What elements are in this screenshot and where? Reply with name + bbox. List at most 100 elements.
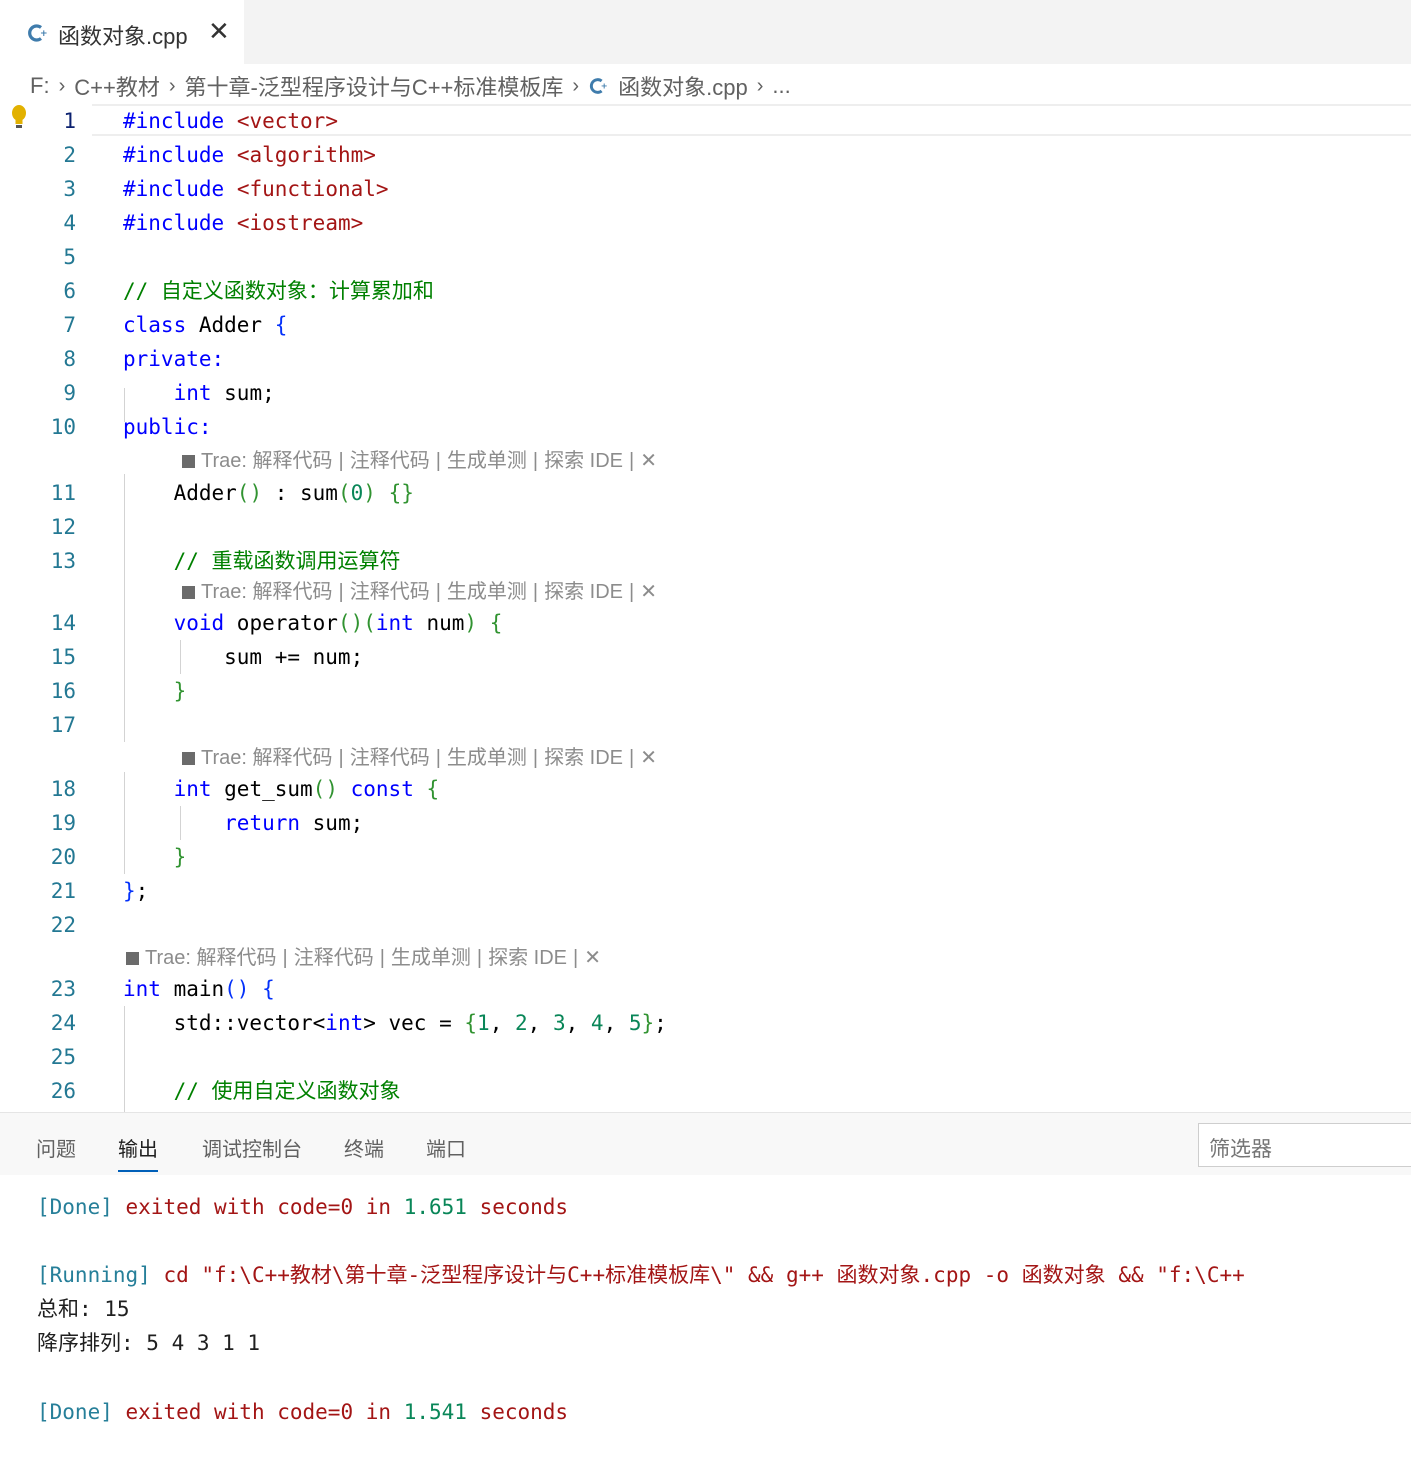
line-number: 10 <box>50 415 76 439</box>
code-lens-unit-test[interactable]: 生成单测 <box>447 446 527 476</box>
trae-icon <box>126 951 139 965</box>
line-number: 4 <box>63 211 76 235</box>
code-line: 26 // 使用自定义函数对象 <box>0 1074 1411 1108</box>
code-lens-explore-ide[interactable]: 探索 IDE <box>544 577 623 607</box>
code-lens-prefix: Trae: <box>145 947 191 969</box>
code-lens-explore-ide[interactable]: 探索 IDE <box>488 943 567 973</box>
code-lens: Trae: 解释代码 | 注释代码 | 生成单测 | 探索 IDE | ✕ <box>182 743 657 773</box>
tab-function-object-cpp[interactable]: + 函数对象.cpp ✕ <box>0 0 244 64</box>
close-icon[interactable]: ✕ <box>584 943 601 973</box>
code-editor[interactable]: 1 #include <vector> 2 #include <algorith… <box>0 104 1411 1112</box>
code-text: public: <box>123 415 212 439</box>
output-line: 总和: 15 <box>37 1297 130 1321</box>
code-text: #include <functional> <box>123 177 389 201</box>
breadcrumb-folder-textbook[interactable]: C++教材 <box>74 70 160 102</box>
filter-input[interactable] <box>1198 1123 1411 1167</box>
code-line: 4 #include <iostream> <box>0 206 1411 240</box>
line-number: 24 <box>50 1011 76 1035</box>
code-lens-comment[interactable]: 注释代码 <box>350 577 430 607</box>
code-text: private: <box>123 347 225 371</box>
line-number: 26 <box>50 1079 76 1103</box>
trae-icon <box>182 751 195 765</box>
line-number: 6 <box>63 279 76 303</box>
code-text: void operator()(int num) { <box>173 611 503 635</box>
code-lens: Trae: 解释代码 | 注释代码 | 生成单测 | 探索 IDE | ✕ <box>182 577 657 607</box>
code-line: 7 class Adder { <box>0 308 1411 342</box>
close-icon[interactable]: ✕ <box>640 743 657 773</box>
code-line: 13 // 重载函数调用运算符 <box>0 544 1411 578</box>
code-text: }; <box>123 879 149 903</box>
code-line: 24 std::vector<int> vec = {1, 2, 3, 4, 5… <box>0 1006 1411 1040</box>
line-number: 21 <box>50 879 76 903</box>
code-line: 1 #include <vector> <box>0 104 1411 138</box>
code-line: 16 } <box>0 674 1411 708</box>
tab-problems[interactable]: 问题 <box>36 1133 76 1162</box>
code-text: #include <algorithm> <box>123 143 376 167</box>
code-line: 2 #include <algorithm> <box>0 138 1411 172</box>
code-lens-explain[interactable]: 解释代码 <box>197 943 277 973</box>
breadcrumb-drive[interactable]: F: <box>30 73 50 99</box>
code-text: return sum; <box>224 811 364 835</box>
code-line: 15 sum += num; <box>0 640 1411 674</box>
breadcrumb-symbol[interactable]: ... <box>772 73 790 99</box>
close-icon[interactable]: ✕ <box>640 577 657 607</box>
code-lens-explain[interactable]: 解释代码 <box>253 577 333 607</box>
code-lens-explain[interactable]: 解释代码 <box>253 743 333 773</box>
code-comment: // 自定义函数对象：计算累加和 <box>123 279 434 303</box>
code-lens-prefix: Trae: <box>201 450 247 472</box>
code-lens-unit-test[interactable]: 生成单测 <box>391 943 471 973</box>
code-lens-unit-test[interactable]: 生成单测 <box>447 743 527 773</box>
tab-output[interactable]: 输出 <box>118 1133 158 1172</box>
code-lens-prefix: Trae: <box>201 747 247 769</box>
trae-icon <box>182 454 195 468</box>
line-number: 23 <box>50 977 76 1001</box>
tab-bar: + 函数对象.cpp ✕ <box>0 0 1411 64</box>
tab-debug-console[interactable]: 调试控制台 <box>202 1133 302 1162</box>
code-lens-comment[interactable]: 注释代码 <box>350 743 430 773</box>
code-text: #include <vector> <box>123 109 338 133</box>
line-number: 25 <box>50 1045 76 1069</box>
code-line: 21 }; <box>0 874 1411 908</box>
line-number: 15 <box>50 645 76 669</box>
code-line: 10 public: <box>0 410 1411 444</box>
breadcrumb-folder-chapter[interactable]: 第十章-泛型程序设计与C++标准模板库 <box>185 70 564 102</box>
line-number: 2 <box>63 143 76 167</box>
code-line: 14 void operator()(int num) { <box>0 606 1411 640</box>
close-icon[interactable]: ✕ <box>640 446 657 476</box>
code-lens-explain[interactable]: 解释代码 <box>253 446 333 476</box>
line-number: 1 <box>63 109 76 133</box>
bottom-panel: 问题 输出 调试控制台 终端 端口 [Done] exited with cod… <box>0 1112 1411 1468</box>
code-line: 17 <box>0 708 1411 742</box>
code-lens-explore-ide[interactable]: 探索 IDE <box>544 743 623 773</box>
code-lens-explore-ide[interactable]: 探索 IDE <box>544 446 623 476</box>
output-line: [Running] cd "f:\C++教材\第十章-泛型程序设计与C++标准模… <box>37 1263 1245 1287</box>
code-text: int get_sum() const { <box>173 777 440 801</box>
output-line: 降序排列: 5 4 3 1 1 <box>37 1331 261 1355</box>
code-lens-comment[interactable]: 注释代码 <box>294 943 374 973</box>
svg-text:+: + <box>601 81 608 91</box>
line-number: 8 <box>63 347 76 371</box>
line-number: 5 <box>63 245 76 269</box>
trae-icon <box>182 585 195 599</box>
chevron-right-icon: › <box>756 74 764 97</box>
code-line: 5 <box>0 240 1411 274</box>
code-line: 23 int main() { <box>0 972 1411 1006</box>
code-line: 12 <box>0 510 1411 544</box>
code-lens-prefix: Trae: <box>201 581 247 603</box>
code-line: 18 int get_sum() const { <box>0 772 1411 806</box>
code-lens-unit-test[interactable]: 生成单测 <box>447 577 527 607</box>
line-number: 16 <box>50 679 76 703</box>
line-number: 20 <box>50 845 76 869</box>
close-icon[interactable]: ✕ <box>208 17 230 45</box>
tab-terminal[interactable]: 终端 <box>344 1133 384 1162</box>
line-number: 19 <box>50 811 76 835</box>
code-line: 20 } <box>0 840 1411 874</box>
breadcrumb-file[interactable]: 函数对象.cpp <box>618 70 748 102</box>
code-lens: Trae: 解释代码 | 注释代码 | 生成单测 | 探索 IDE | ✕ <box>182 446 657 476</box>
code-line: 6 // 自定义函数对象：计算累加和 <box>0 274 1411 308</box>
tab-ports[interactable]: 端口 <box>426 1133 466 1162</box>
line-number: 12 <box>50 515 76 539</box>
code-text: } <box>173 679 187 703</box>
cpp-file-icon: + <box>28 24 48 42</box>
code-lens-comment[interactable]: 注释代码 <box>350 446 430 476</box>
